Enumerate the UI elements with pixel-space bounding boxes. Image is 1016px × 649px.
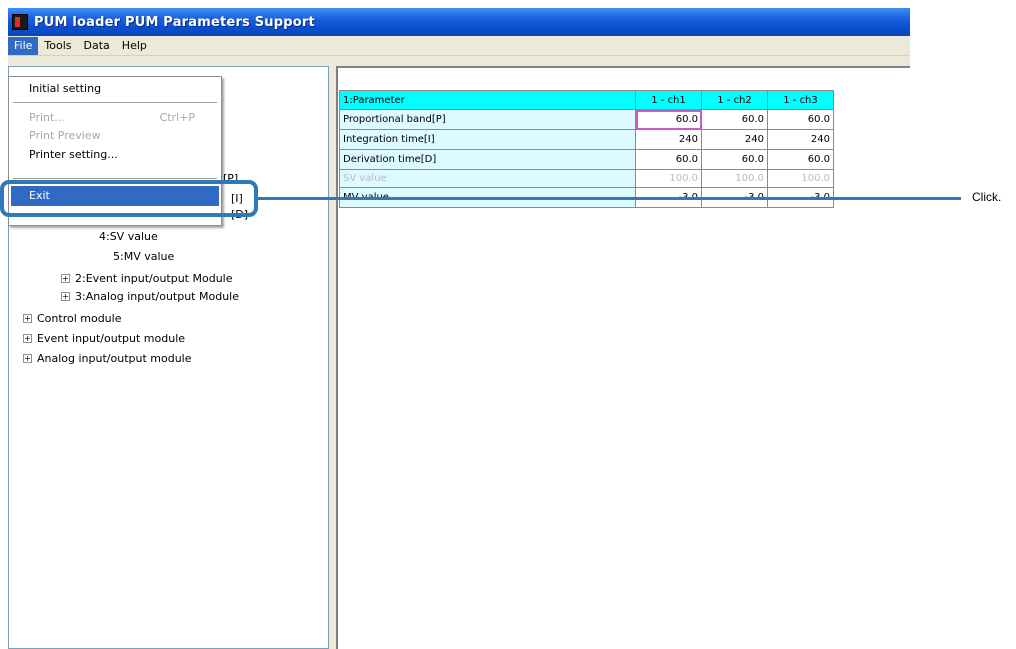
grid-cell[interactable]: 240 — [701, 129, 768, 150]
expand-icon[interactable]: + — [61, 273, 70, 283]
grid-header-ch3[interactable]: 1 - ch3 — [767, 90, 834, 110]
menu-separator — [13, 102, 217, 104]
grid-cell[interactable]: 60.0 — [767, 109, 834, 130]
tree-item-sv-value[interactable]: 4:SV value — [99, 229, 158, 245]
menu-item-print[interactable]: Print... Ctrl+P — [11, 108, 219, 128]
grid-cell[interactable]: 240 — [635, 129, 702, 150]
grid-header-ch1[interactable]: 1 - ch1 — [635, 90, 702, 110]
table-row: Proportional band[P] 60.0 60.0 60.0 — [339, 109, 834, 130]
table-row: SV value 100.0 100.0 100.0 — [339, 169, 834, 188]
callout-line — [258, 197, 961, 200]
grid-cell[interactable]: 240 — [767, 129, 834, 150]
menu-data[interactable]: Data — [78, 37, 116, 55]
grid-header-parameter[interactable]: 1:Parameter — [339, 90, 636, 110]
menu-item-print-label: Print... — [29, 111, 65, 124]
tree-label: 2:Event input/output Module — [75, 272, 233, 285]
row-label: Proportional band[P] — [339, 109, 636, 130]
menu-item-print-preview[interactable]: Print Preview — [11, 126, 219, 146]
tree-item-analog-module[interactable]: + Analog input/output module — [23, 351, 192, 367]
grid-header-row: 1:Parameter 1 - ch1 1 - ch2 1 - ch3 — [339, 90, 834, 110]
parameter-grid: 1:Parameter 1 - ch1 1 - ch2 1 - ch3 Prop… — [339, 90, 834, 208]
table-row: Derivation time[D] 60.0 60.0 60.0 — [339, 149, 834, 170]
menu-file[interactable]: File — [8, 36, 39, 55]
grid-cell[interactable]: 60.0 — [635, 109, 702, 130]
expand-icon[interactable]: + — [23, 313, 32, 323]
window-title: PUM loader PUM Parameters Support — [34, 14, 315, 30]
grid-cell[interactable]: 100.0 — [701, 169, 768, 188]
callout-label: Click. — [972, 190, 1002, 204]
expand-icon[interactable]: + — [23, 333, 32, 343]
app-logo-icon — [12, 14, 28, 30]
menu-tools[interactable]: Tools — [38, 37, 77, 55]
grid-cell[interactable]: 60.0 — [701, 109, 768, 130]
grid-cell[interactable]: 100.0 — [767, 169, 834, 188]
tree-label: Analog input/output module — [37, 352, 192, 365]
tree-item-mv-value[interactable]: 5:MV value — [113, 249, 174, 265]
grid-cell[interactable]: 60.0 — [701, 149, 768, 170]
grid-header-ch2[interactable]: 1 - ch2 — [701, 90, 768, 110]
title-bar[interactable]: PUM loader PUM Parameters Support — [8, 8, 910, 36]
menu-item-printer-setting[interactable]: Printer setting... — [11, 145, 219, 165]
expand-icon[interactable]: + — [23, 353, 32, 363]
row-label: SV value — [339, 169, 636, 188]
tree-label: Control module — [37, 312, 122, 325]
row-label: Derivation time[D] — [339, 149, 636, 170]
menu-help[interactable]: Help — [116, 37, 153, 55]
exit-highlight-ring — [0, 180, 258, 217]
menu-bar: File Tools Data Help — [8, 36, 910, 56]
menu-item-initial-setting[interactable]: Initial setting — [11, 79, 219, 99]
expand-icon[interactable]: + — [61, 291, 70, 301]
tree-item-control-module[interactable]: + Control module — [23, 311, 121, 327]
tree-item-analog-module-sub[interactable]: +3:Analog input/output Module — [61, 289, 239, 305]
tree-label: 3:Analog input/output Module — [75, 290, 239, 303]
table-row: Integration time[I] 240 240 240 — [339, 129, 834, 150]
tree-label: Event input/output module — [37, 332, 186, 345]
grid-cell[interactable]: 60.0 — [635, 149, 702, 170]
grid-cell[interactable]: 60.0 — [767, 149, 834, 170]
row-label: Integration time[I] — [339, 129, 636, 150]
tree-item-event-module[interactable]: + Event input/output module — [23, 331, 185, 347]
tree-item-event-module-sub[interactable]: +2:Event input/output Module — [61, 271, 233, 287]
print-shortcut: Ctrl+P — [159, 111, 195, 124]
grid-cell[interactable]: 100.0 — [635, 169, 702, 188]
